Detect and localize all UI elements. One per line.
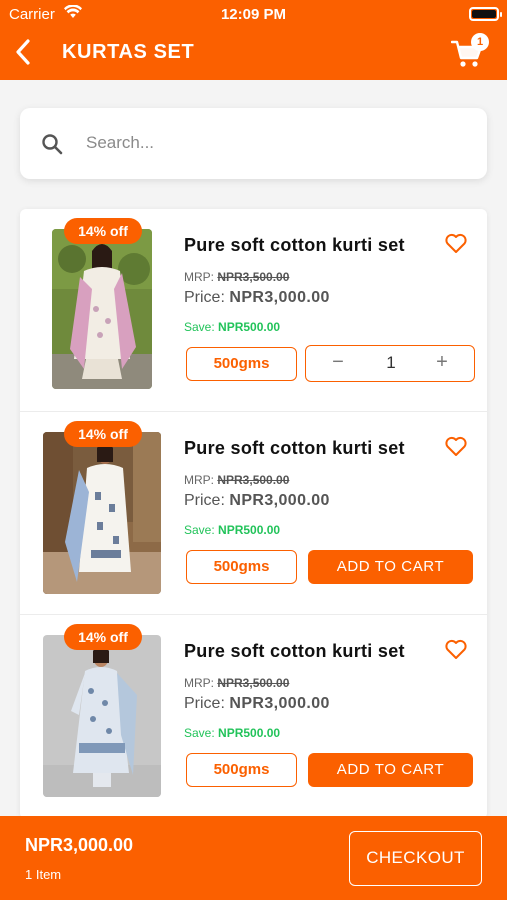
back-arrow-icon [16, 39, 30, 65]
increase-quantity-button[interactable]: + [422, 346, 462, 380]
save-value: NPR500.00 [218, 726, 281, 740]
save-label: Save: [184, 726, 215, 740]
heart-icon[interactable] [444, 434, 468, 458]
heart-icon[interactable] [444, 231, 468, 255]
product-list: 14% off Pure soft cotton kurti set MRP: … [20, 209, 487, 819]
price-row: Price: NPR3,000.00 [184, 289, 330, 307]
product-name[interactable]: Pure soft cotton kurti set [184, 235, 405, 256]
product-image[interactable] [52, 229, 152, 389]
save-value: NPR500.00 [218, 523, 281, 537]
price-label: Price: [184, 492, 225, 509]
search-input[interactable] [86, 126, 466, 160]
status-bar: Carrier 12:09 PM [0, 0, 507, 28]
discount-badge: 14% off [64, 624, 142, 650]
cart-count-badge: 1 [471, 33, 489, 51]
weight-option-button[interactable]: 500gms [186, 347, 297, 381]
save-row: Save: NPR500.00 [184, 523, 280, 537]
back-button[interactable] [8, 36, 38, 68]
weight-option-button[interactable]: 500gms [186, 550, 297, 584]
heart-icon[interactable] [444, 637, 468, 661]
save-row: Save: NPR500.00 [184, 320, 280, 334]
price-value: NPR3,000.00 [229, 289, 330, 306]
product-card[interactable]: 14% off Pure soft cotton kurti set MRP: … [20, 209, 487, 412]
price-value: NPR3,000.00 [229, 492, 330, 509]
search-icon [40, 132, 64, 161]
cart-button[interactable]: 1 [451, 33, 489, 69]
save-label: Save: [184, 523, 215, 537]
page-title: KURTAS SET [62, 41, 195, 63]
cart-total: NPR3,000.00 [25, 835, 134, 855]
cart-item-count: 1 Item [25, 867, 62, 882]
product-name[interactable]: Pure soft cotton kurti set [184, 641, 405, 662]
mrp-label: MRP: [184, 473, 214, 487]
mrp-value: NPR3,500.00 [217, 473, 290, 487]
add-to-cart-button[interactable]: ADD TO CART [308, 753, 473, 787]
discount-badge: 14% off [64, 218, 142, 244]
save-value: NPR500.00 [218, 320, 281, 334]
checkout-button[interactable]: CHECKOUT [349, 831, 482, 886]
checkout-bar: NPR3,000.00 1 Item CHECKOUT [0, 816, 507, 900]
save-row: Save: NPR500.00 [184, 726, 280, 740]
app-header: Carrier 12:09 PM KURTAS SET 1 [0, 0, 507, 80]
quantity-value: 1 [386, 353, 396, 372]
search-bar [20, 108, 487, 179]
mrp-row: MRP: NPR3,500.00 [184, 676, 289, 690]
battery-icon [469, 7, 502, 21]
mrp-label: MRP: [184, 676, 214, 690]
weight-option-button[interactable]: 500gms [186, 753, 297, 787]
price-label: Price: [184, 695, 225, 712]
mrp-row: MRP: NPR3,500.00 [184, 473, 289, 487]
product-card[interactable]: 14% off Pure soft cotton kurti set MRP: … [20, 412, 487, 615]
status-time: 12:09 PM [220, 6, 287, 23]
product-image[interactable] [43, 635, 161, 797]
quantity-stepper: − 1 + [305, 345, 475, 382]
price-label: Price: [184, 289, 225, 306]
mrp-value: NPR3,500.00 [217, 676, 290, 690]
mrp-value: NPR3,500.00 [217, 270, 290, 284]
product-name[interactable]: Pure soft cotton kurti set [184, 438, 405, 459]
discount-badge: 14% off [64, 421, 142, 447]
decrease-quantity-button[interactable]: − [318, 346, 358, 380]
mrp-row: MRP: NPR3,500.00 [184, 270, 289, 284]
price-row: Price: NPR3,000.00 [184, 492, 330, 510]
price-row: Price: NPR3,000.00 [184, 695, 330, 713]
product-card[interactable]: 14% off Pure soft cotton kurti set MRP: … [20, 615, 487, 818]
add-to-cart-button[interactable]: ADD TO CART [308, 550, 473, 584]
price-value: NPR3,000.00 [229, 695, 330, 712]
product-image[interactable] [43, 432, 161, 594]
save-label: Save: [184, 320, 215, 334]
mrp-label: MRP: [184, 270, 214, 284]
